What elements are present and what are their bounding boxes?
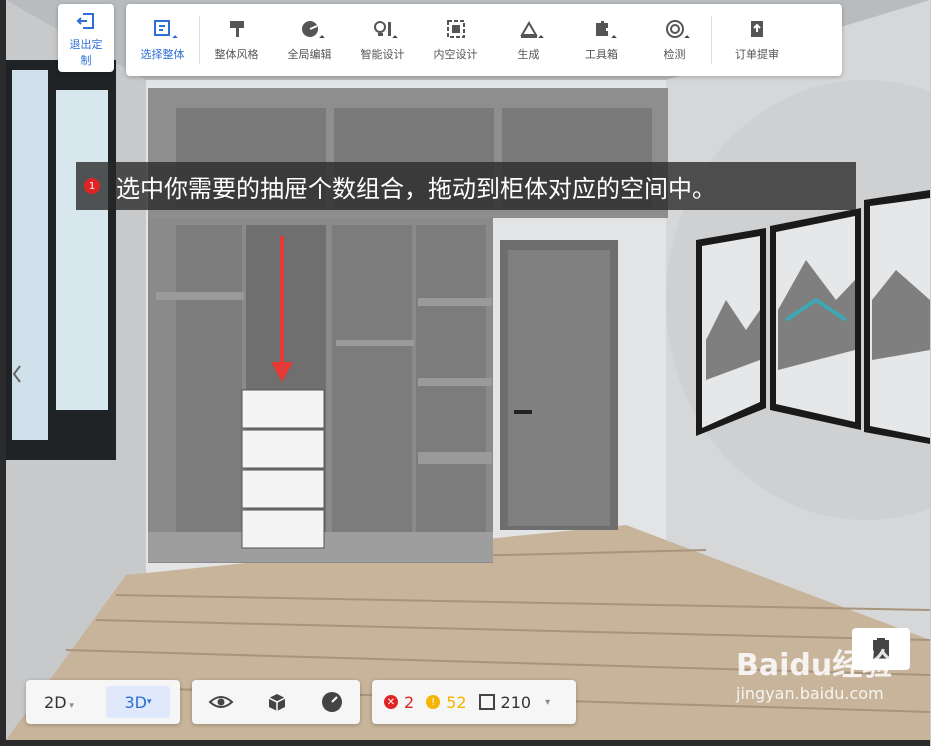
warning-icon: ! xyxy=(426,695,441,709)
watermark-url: jingyan.baidu.com xyxy=(736,684,884,703)
cube-icon[interactable] xyxy=(266,691,288,713)
view-switch: 2D ▾ 3D ▾ xyxy=(26,680,180,724)
smart-design-label: 智能设计 xyxy=(360,48,405,61)
order-submit-icon xyxy=(751,21,763,37)
chevron-down-icon: ▾ xyxy=(146,697,152,707)
smart-design-button[interactable]: 智能设计 xyxy=(346,4,419,76)
inner-space-button[interactable]: 内空设计 xyxy=(419,4,492,76)
parts-count: 210 xyxy=(500,692,532,712)
parts-icon xyxy=(478,694,495,710)
style-button[interactable]: 整体风格 xyxy=(200,4,273,76)
detect-icon xyxy=(665,20,684,38)
select-whole-label: 选择整体 xyxy=(140,48,185,61)
detect-label: 检测 xyxy=(663,48,686,61)
chevron-down-icon: ▾ xyxy=(545,696,551,708)
toolbox-label: 工具箱 xyxy=(585,48,618,61)
2d-label: 2D xyxy=(44,692,67,712)
inner-space-label: 内空设计 xyxy=(433,48,478,61)
order-submit-label: 订单提审 xyxy=(735,48,779,61)
view-tools xyxy=(192,680,360,724)
room-scene xyxy=(6,0,930,740)
exit-label: 退出定制 xyxy=(69,38,103,67)
eye-icon[interactable] xyxy=(208,692,234,712)
chevron-down-icon: ▾ xyxy=(66,700,74,711)
generate-label: 生成 xyxy=(517,48,540,61)
order-submit-button[interactable]: 订单提审 xyxy=(712,4,802,76)
inner-space-icon xyxy=(446,20,465,38)
global-edit-label: 全局编辑 xyxy=(287,48,332,61)
style-label: 整体风格 xyxy=(214,48,259,61)
exit-customize-button[interactable]: 退出定制 xyxy=(58,4,114,72)
error-icon: ✕ xyxy=(384,695,398,709)
generate-button[interactable]: 生成 xyxy=(492,4,565,76)
error-count: 2 xyxy=(404,692,415,712)
warning-count: 52 xyxy=(446,692,467,712)
select-whole-icon xyxy=(153,20,170,36)
3d-button[interactable]: 3D ▾ xyxy=(106,686,170,718)
3d-label: 3D xyxy=(124,692,147,712)
global-edit-button[interactable]: 全局编辑 xyxy=(273,4,346,76)
smart-design-icon xyxy=(373,21,391,36)
right-side-panel[interactable] xyxy=(930,0,948,746)
select-whole-button[interactable]: 选择整体 xyxy=(126,4,199,76)
status-box[interactable]: ✕ 2 ! 52 210 ▾ xyxy=(372,680,576,724)
generate-icon xyxy=(519,21,538,38)
gauge-icon[interactable] xyxy=(320,690,344,714)
toolbox-button[interactable]: 工具箱 xyxy=(565,4,638,76)
main-toolbar: 选择整体 整体风格 全局编辑 智能设计 内空设计 生成 工具箱 检测 订单提审 xyxy=(126,4,842,76)
global-edit-icon xyxy=(301,21,318,37)
watermark: Baidu经验 jingyan.baidu.com xyxy=(736,640,892,703)
style-brush-icon xyxy=(229,21,244,37)
3d-viewport[interactable]: 退出定制 选择整体 整体风格 全局编辑 智能设计 内空设计 生成 工具箱 检测 … xyxy=(6,0,930,740)
toolbox-icon xyxy=(595,21,608,36)
2d-button[interactable]: 2D ▾ xyxy=(26,693,92,712)
detect-button[interactable]: 检测 xyxy=(638,4,711,76)
step-number-badge: 1 xyxy=(84,178,100,194)
watermark-brand: Baidu经验 xyxy=(736,648,893,683)
instruction-text: 选中你需要的抽屉个数组合，拖动到柜体对应的空间中。 xyxy=(116,174,716,203)
exit-icon xyxy=(76,13,94,29)
instruction-caption: 1 选中你需要的抽屉个数组合，拖动到柜体对应的空间中。 xyxy=(76,162,856,210)
